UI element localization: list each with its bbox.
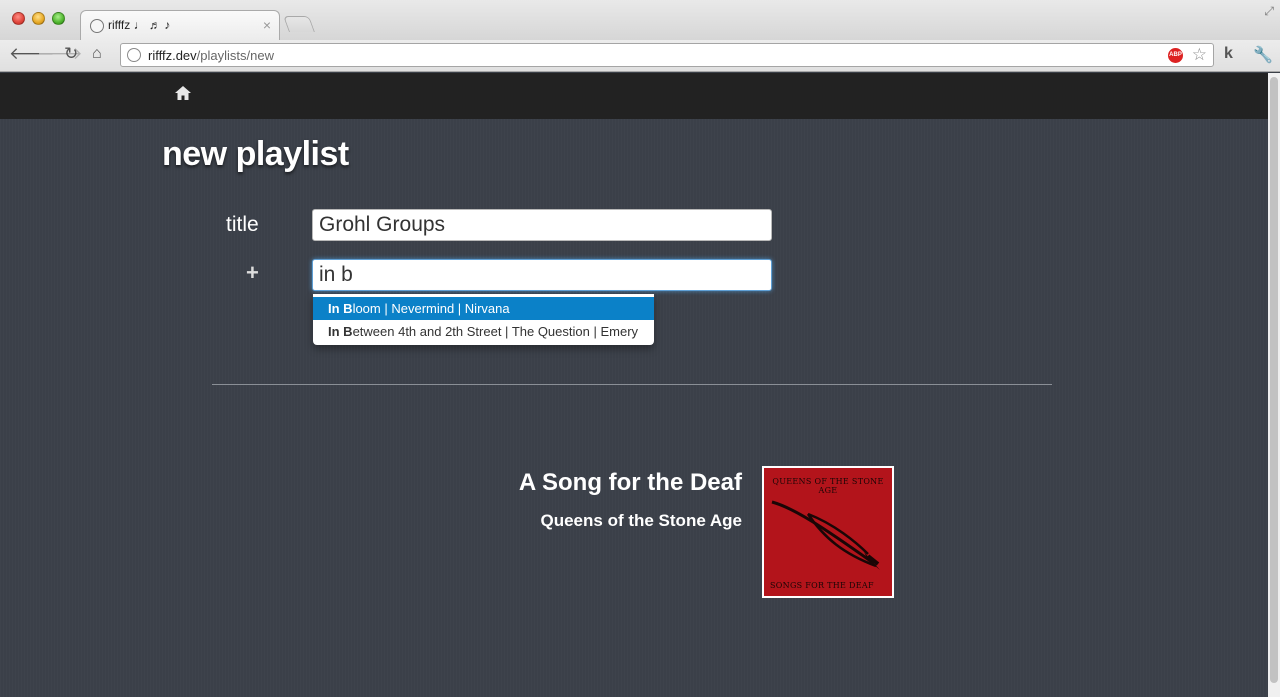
- song-search-input[interactable]: [312, 259, 772, 291]
- page-title: new playlist: [162, 135, 349, 173]
- new-tab-button[interactable]: [283, 16, 315, 32]
- plus-icon: +: [246, 260, 259, 285]
- globe-icon: [90, 19, 104, 33]
- browser-toolbar: 🡐 🡒 ↻ ⌂ rifffz.dev/playlists/new ABP ☆ k…: [0, 40, 1280, 72]
- cover-text: QUEENS OF THE STONE AGE: [772, 477, 884, 495]
- site-navbar: [0, 73, 1268, 119]
- playlist-title-input[interactable]: [312, 209, 772, 241]
- minimize-window-button[interactable]: [32, 12, 45, 25]
- browser-titlebar: rifffz ♩ ♬ ♪ × ⤢: [0, 0, 1280, 40]
- fullscreen-icon[interactable]: ⤢: [1264, 4, 1274, 19]
- browser-tab[interactable]: rifffz ♩ ♬ ♪ ×: [80, 10, 280, 40]
- album-title: A Song for the Deaf: [518, 469, 742, 496]
- bookmark-star-icon[interactable]: ☆: [1192, 45, 1207, 65]
- suggestion-item[interactable]: In Bloom | Nevermind | Nirvana: [313, 297, 654, 320]
- wrench-icon[interactable]: 🔧: [1253, 45, 1273, 65]
- globe-icon: [127, 48, 141, 62]
- cover-text: SONGS FOR THE DEAF: [770, 581, 874, 590]
- suggestion-rest: loom | Nevermind | Nirvana: [352, 301, 510, 316]
- suggestion-match: In B: [328, 324, 353, 339]
- extension-k-icon[interactable]: k: [1224, 45, 1233, 63]
- scrollbar[interactable]: [1268, 73, 1280, 697]
- album-cover-image: QUEENS OF THE STONE AGE SONGS FOR THE DE…: [762, 466, 894, 598]
- scrollbar-thumb[interactable]: [1270, 77, 1278, 683]
- reload-icon[interactable]: ↻: [64, 44, 78, 64]
- close-window-button[interactable]: [12, 12, 25, 25]
- address-bar[interactable]: rifffz.dev/playlists/new ABP ☆: [120, 43, 1214, 67]
- url-text: rifffz.dev/playlists/new: [148, 48, 274, 63]
- divider: [212, 384, 1052, 385]
- url-host: rifffz.dev: [148, 48, 197, 63]
- home-icon[interactable]: ⌂: [92, 44, 102, 64]
- title-label: title: [226, 213, 259, 236]
- tab-title: rifffz ♩ ♬ ♪: [108, 18, 171, 32]
- autocomplete-dropdown: In Bloom | Nevermind | Nirvana In Betwee…: [313, 294, 654, 345]
- home-icon[interactable]: [174, 85, 192, 107]
- adblock-icon[interactable]: ABP: [1168, 48, 1183, 63]
- album-artist: Queens of the Stone Age: [540, 511, 742, 530]
- suggestion-rest: etween 4th and 2th Street | The Question…: [352, 324, 639, 339]
- url-path: /playlists/new: [196, 48, 274, 63]
- suggestion-item[interactable]: In Between 4th and 2th Street | The Ques…: [313, 320, 654, 343]
- zoom-window-button[interactable]: [52, 12, 65, 25]
- close-tab-icon[interactable]: ×: [263, 17, 271, 33]
- suggestion-match: In B: [328, 301, 353, 316]
- page: new playlist title + In Bloom | Nevermin…: [0, 73, 1268, 697]
